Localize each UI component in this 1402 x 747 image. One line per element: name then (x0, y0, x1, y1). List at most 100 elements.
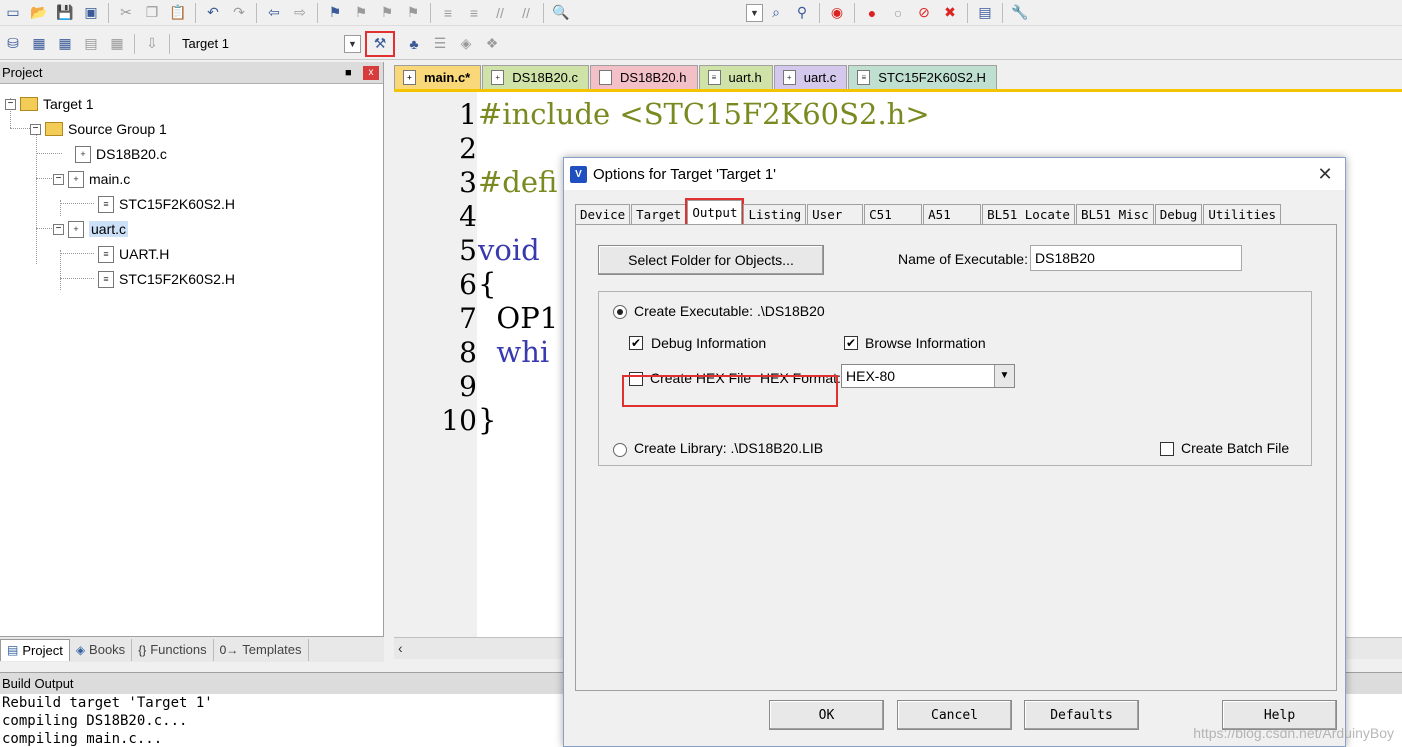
paste-icon[interactable]: 📋 (165, 2, 191, 24)
tab-debug[interactable]: Debug (1154, 204, 1203, 224)
close-icon[interactable]: ✕ (1305, 164, 1345, 185)
configure-icon[interactable]: 🔧 (1007, 2, 1033, 24)
create-executable-radio[interactable] (613, 305, 627, 319)
tab-listing[interactable]: Listing (743, 204, 807, 224)
tab-uart-h[interactable]: ≡ uart.h (698, 65, 773, 89)
tab-ds18b20-c[interactable]: + DS18B20.c (482, 65, 590, 89)
find-combo-dropdown-icon[interactable]: ▼ (746, 3, 763, 22)
window-layout-icon[interactable]: ▤ (972, 2, 998, 24)
select-folder-button[interactable]: Select Folder for Objects... (598, 245, 824, 275)
tab-output[interactable]: Output (685, 198, 745, 226)
pack-installer-icon[interactable]: ❖ (479, 33, 505, 55)
chevron-down-icon[interactable]: ▼ (994, 365, 1014, 387)
create-library-radio[interactable] (613, 443, 627, 457)
redo-icon[interactable]: ↷ (226, 2, 252, 24)
nav-forward-icon[interactable]: ⇨ (287, 2, 313, 24)
tab-c51[interactable]: C51 (864, 204, 923, 224)
unindent-icon[interactable]: ≡ (461, 2, 487, 24)
debug-session-icon[interactable]: ◉ (824, 2, 850, 24)
target-options-icon[interactable]: ⚒ (365, 30, 395, 57)
kill-breakpoints-icon[interactable]: ✖ (937, 2, 963, 24)
tab-functions[interactable]: {} Functions (132, 638, 214, 661)
defaults-button[interactable]: Defaults (1024, 700, 1139, 730)
file-extensions-icon[interactable]: ☰ (427, 33, 453, 55)
tab-label: Templates (242, 642, 302, 657)
batch-build-icon[interactable]: ▤ (78, 33, 104, 55)
code-line: #include <STC15F2K60S2.h> (478, 97, 930, 131)
find-icon[interactable]: ⌕ (763, 2, 789, 24)
comment-icon[interactable]: // (487, 2, 513, 24)
find-in-files-icon[interactable]: 🔍 (548, 2, 574, 24)
insert-breakpoint-icon[interactable]: ● (859, 2, 885, 24)
cancel-button[interactable]: Cancel (897, 700, 1012, 730)
hex-format-select[interactable]: HEX-80 ▼ (841, 364, 1015, 388)
name-of-executable-input[interactable]: DS18B20 (1030, 245, 1242, 271)
incremental-find-icon[interactable]: ⚲ (789, 2, 815, 24)
scroll-left-icon[interactable]: ‹ (398, 640, 403, 656)
tab-stc15f2k60s2-h[interactable]: ≡ STC15F2K60S2.H (848, 65, 997, 89)
collapse-icon[interactable]: − (53, 223, 64, 235)
tab-target[interactable]: Target (631, 204, 687, 224)
project-panel-title: Project (2, 65, 43, 80)
collapse-icon[interactable]: − (53, 173, 64, 185)
manage-components-icon[interactable]: ♣ (401, 33, 427, 55)
toolbar-separator (967, 2, 968, 23)
cut-icon[interactable]: ✂ (113, 2, 139, 24)
tab-user[interactable]: User (807, 204, 864, 224)
tree-node-header[interactable]: ≡ STC15F2K60S2.H (98, 269, 235, 289)
tab-label: uart.c (803, 70, 837, 85)
open-file-icon[interactable]: 📂 (26, 2, 52, 24)
tab-books[interactable]: ◈ Books (70, 638, 133, 661)
close-icon[interactable]: x (363, 65, 379, 80)
save-all-icon[interactable]: ▣ (78, 2, 104, 24)
tree-node-header[interactable]: ≡ STC15F2K60S2.H (98, 194, 235, 214)
tree-node-file[interactable]: − + main.c (53, 169, 130, 189)
rebuild-icon[interactable]: ▦ (52, 33, 78, 55)
translate-icon[interactable]: ⛁ (0, 33, 26, 55)
save-icon[interactable]: 💾 (52, 2, 78, 24)
debug-information-checkbox[interactable]: ✔ (629, 336, 643, 350)
prev-bookmark-icon[interactable]: ⚑ (348, 2, 374, 24)
uncomment-icon[interactable]: // (513, 2, 539, 24)
clear-bookmarks-icon[interactable]: ⚑ (400, 2, 426, 24)
tab-uart-c[interactable]: + uart.c (773, 65, 848, 89)
copy-icon[interactable]: ❐ (139, 2, 165, 24)
tree-node-file[interactable]: + DS18B20.c (75, 144, 167, 164)
stop-build-icon[interactable]: ▦ (104, 33, 130, 55)
collapse-icon[interactable]: − (30, 123, 41, 135)
tree-node-target[interactable]: − Target 1 (5, 94, 94, 114)
enable-breakpoint-icon[interactable]: ○ (885, 2, 911, 24)
collapse-icon[interactable]: − (5, 98, 16, 110)
bookmark-icon[interactable]: ⚑ (322, 2, 348, 24)
toolbar-separator (169, 33, 170, 54)
tab-templates[interactable]: 0→ Templates (214, 638, 309, 661)
nav-back-icon[interactable]: ⇦ (261, 2, 287, 24)
download-icon[interactable]: ⇩ (139, 33, 165, 55)
tab-bl51-misc[interactable]: BL51 Misc (1075, 204, 1154, 224)
target-select[interactable]: Target 1 (174, 36, 344, 51)
undo-icon[interactable]: ↶ (200, 2, 226, 24)
target-dropdown-icon[interactable]: ▼ (344, 34, 361, 53)
tab-main-c[interactable]: + main.c* (394, 65, 482, 89)
tab-utilities[interactable]: Utilities (1203, 204, 1282, 224)
new-file-icon[interactable]: ▭ (0, 2, 26, 24)
tab-bl51-locate[interactable]: BL51 Locate (982, 204, 1075, 224)
tab-project[interactable]: ▤ Project (0, 638, 70, 661)
tree-node-source-group[interactable]: − Source Group 1 (30, 119, 167, 139)
tree-node-header[interactable]: ≡ UART.H (98, 244, 169, 264)
tab-device[interactable]: Device (575, 204, 631, 224)
disable-breakpoints-icon[interactable]: ⊘ (911, 2, 937, 24)
tree-node-file[interactable]: − + uart.c (53, 219, 129, 239)
select-packs-icon[interactable]: ◈ (453, 33, 479, 55)
project-panel-header: Project ■ x (0, 62, 383, 84)
tab-ds18b20-h[interactable]: DS18B20.h (590, 65, 698, 89)
build-icon[interactable]: ▦ (26, 33, 52, 55)
indent-icon[interactable]: ≡ (435, 2, 461, 24)
line-number: 2 (459, 132, 477, 165)
next-bookmark-icon[interactable]: ⚑ (374, 2, 400, 24)
browse-information-checkbox[interactable]: ✔ (844, 336, 858, 350)
ok-button[interactable]: OK (769, 700, 884, 730)
create-batch-file-checkbox[interactable] (1160, 442, 1174, 456)
tab-a51[interactable]: A51 (923, 204, 982, 224)
pin-icon[interactable]: ■ (345, 67, 363, 79)
